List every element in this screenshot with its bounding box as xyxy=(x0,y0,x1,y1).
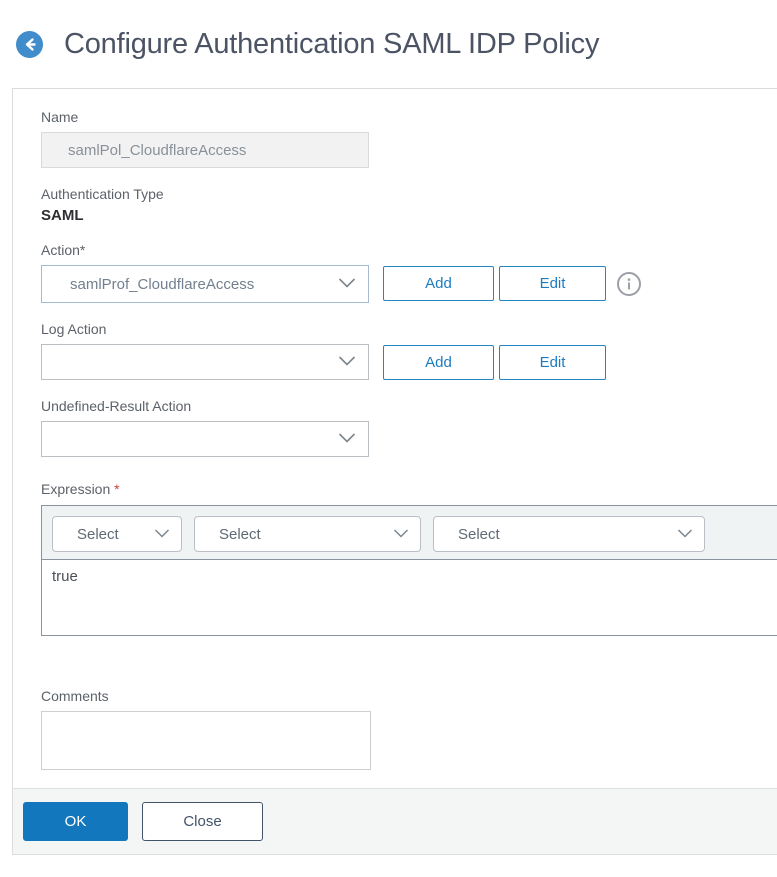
comments-input[interactable] xyxy=(41,711,371,770)
chevron-down-icon xyxy=(338,276,356,293)
action-label: Action* xyxy=(41,242,86,258)
log-action-field-group: Log Action Add Edit xyxy=(41,321,777,380)
chevron-down-icon xyxy=(154,526,170,543)
info-icon[interactable] xyxy=(617,272,641,296)
comments-label: Comments xyxy=(41,688,109,704)
log-action-label: Log Action xyxy=(41,321,107,337)
expression-select-2[interactable]: Select xyxy=(194,516,421,552)
saml-idp-policy-form: Name Authentication Type SAML Action* sa… xyxy=(12,88,777,855)
undefined-result-field-group: Undefined-Result Action xyxy=(41,398,777,457)
close-button[interactable]: Close xyxy=(142,802,263,841)
expression-select-3[interactable]: Select xyxy=(433,516,705,552)
action-add-button[interactable]: Add xyxy=(383,266,494,301)
chevron-down-icon xyxy=(338,431,356,448)
auth-type-label: Authentication Type xyxy=(41,186,164,202)
form-footer: OK Close xyxy=(13,788,777,854)
undefined-result-label: Undefined-Result Action xyxy=(41,398,192,414)
name-field-group: Name xyxy=(41,109,777,168)
expression-select-1[interactable]: Select xyxy=(52,516,182,552)
expression-toolbar: Select Select Select xyxy=(42,506,777,560)
expression-select-3-value: Select xyxy=(458,525,500,543)
required-asterisk: * xyxy=(114,481,120,497)
expression-label-text: Expression xyxy=(41,481,111,497)
log-action-select[interactable] xyxy=(41,344,369,380)
chevron-down-icon xyxy=(393,526,409,543)
action-edit-button[interactable]: Edit xyxy=(499,266,606,301)
page-header: Configure Authentication SAML IDP Policy xyxy=(0,0,777,61)
log-action-add-button[interactable]: Add xyxy=(383,345,494,380)
expression-select-1-value: Select xyxy=(77,525,119,543)
name-input xyxy=(41,132,369,168)
ok-button[interactable]: OK xyxy=(23,802,128,841)
arrow-left-icon xyxy=(22,37,37,52)
expression-field-group: Expression * Select Select Select true xyxy=(41,481,777,636)
expression-label: Expression * xyxy=(41,481,777,498)
expression-select-2-value: Select xyxy=(219,525,261,543)
action-select[interactable]: samlProf_CloudflareAccess xyxy=(41,265,369,303)
expression-editor: Select Select Select true xyxy=(41,505,777,636)
undefined-result-select[interactable] xyxy=(41,421,369,457)
expression-input[interactable]: true xyxy=(42,560,777,635)
back-button[interactable] xyxy=(16,31,43,58)
chevron-down-icon xyxy=(677,526,693,543)
auth-type-group: Authentication Type SAML xyxy=(41,186,777,225)
chevron-down-icon xyxy=(338,354,356,371)
auth-type-value: SAML xyxy=(41,207,84,224)
action-field-group: Action* samlProf_CloudflareAccess Add Ed… xyxy=(41,242,777,303)
page-title: Configure Authentication SAML IDP Policy xyxy=(64,28,600,60)
log-action-edit-button[interactable]: Edit xyxy=(499,345,606,380)
name-label: Name xyxy=(41,109,79,125)
comments-field-group: Comments xyxy=(41,688,777,770)
action-select-value: samlProf_CloudflareAccess xyxy=(70,275,255,293)
